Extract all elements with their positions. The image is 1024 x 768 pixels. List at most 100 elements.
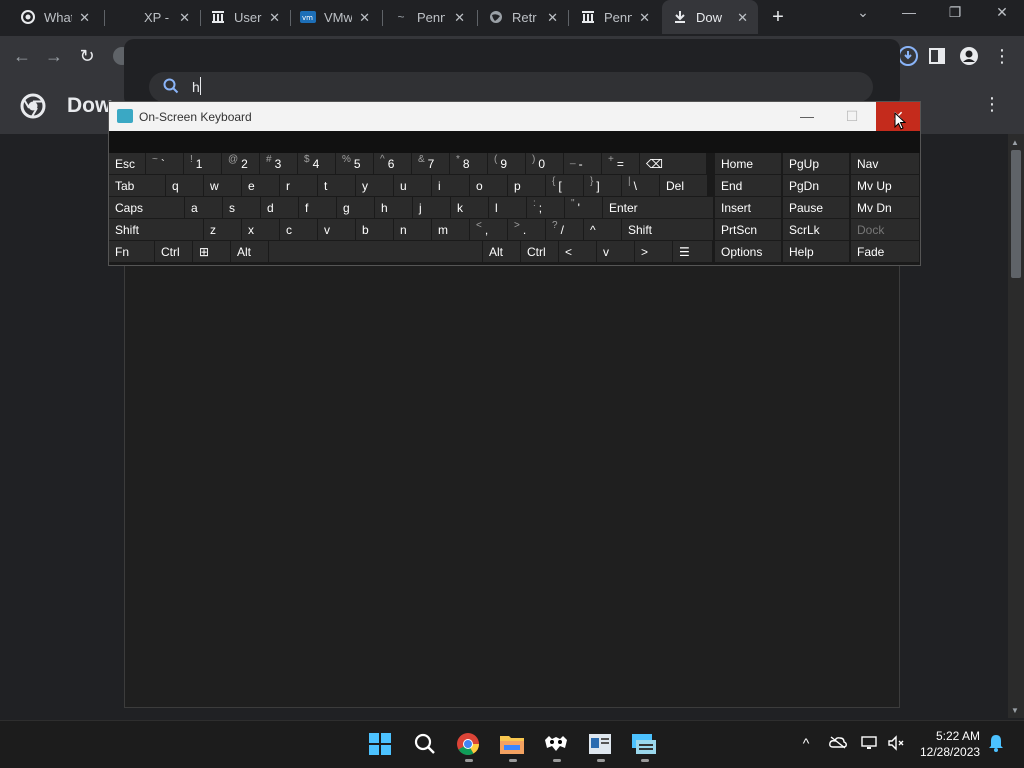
key-alt[interactable]: Alt [231, 241, 268, 262]
tab-2[interactable]: XP - ✕ [110, 0, 200, 34]
close-icon[interactable]: ✕ [639, 10, 650, 26]
key-symbol[interactable]: < [559, 241, 596, 262]
key-home[interactable]: Home [715, 153, 781, 174]
osk-titlebar[interactable]: On-Screen Keyboard — ☐ ✕ [109, 102, 920, 131]
key-5[interactable]: % 5 [336, 153, 373, 174]
key-options[interactable]: Options [715, 241, 781, 262]
reload-button[interactable]: ↻ [75, 44, 99, 68]
key-symbol[interactable]: ⊞ [193, 241, 230, 262]
file-explorer-icon[interactable] [496, 728, 528, 760]
forward-button[interactable]: → [42, 44, 66, 68]
maximize-button[interactable]: ❐ [943, 4, 967, 21]
scroll-up-icon[interactable]: ▲ [1011, 138, 1019, 147]
tab-4[interactable]: vm VMw ✕ [290, 0, 380, 34]
more-options-icon[interactable]: ⋮ [983, 94, 1001, 115]
menu-icon[interactable]: ⋮ [990, 44, 1014, 68]
close-icon[interactable]: ✕ [269, 10, 280, 26]
key-symbol[interactable]: + = [602, 153, 639, 174]
tab-3[interactable]: User ✕ [200, 0, 290, 34]
key-d[interactable]: d [261, 197, 298, 218]
tab-1[interactable]: What ✕ [10, 0, 100, 34]
key-k[interactable]: k [451, 197, 488, 218]
close-icon[interactable]: ✕ [179, 10, 190, 26]
key-symbol[interactable]: ^ [584, 219, 621, 240]
key-o[interactable]: o [470, 175, 507, 196]
tab-7[interactable]: Penn ✕ [570, 0, 660, 34]
key-f[interactable]: f [299, 197, 336, 218]
scroll-down-icon[interactable]: ▼ [1011, 706, 1019, 715]
close-icon[interactable]: ✕ [454, 10, 465, 26]
app-icon[interactable] [584, 728, 616, 760]
key-fade[interactable]: Fade [851, 241, 919, 262]
notification-bell-icon[interactable] [986, 734, 1006, 755]
key-ctrl[interactable]: Ctrl [521, 241, 558, 262]
onedrive-icon[interactable] [828, 735, 848, 752]
key-r[interactable]: r [280, 175, 317, 196]
scrollbar-thumb[interactable] [1011, 150, 1021, 278]
tab-5[interactable]: ~ Penn ✕ [383, 0, 475, 34]
key-help[interactable]: Help [783, 241, 849, 262]
osk-maximize-button[interactable]: ☐ [842, 108, 862, 125]
key-caps[interactable]: Caps [109, 197, 184, 218]
key-dock[interactable]: Dock [851, 219, 919, 240]
key-pgup[interactable]: PgUp [783, 153, 849, 174]
volume-muted-icon[interactable] [886, 735, 906, 754]
key-0[interactable]: ) 0 [526, 153, 563, 174]
key-v[interactable]: v [318, 219, 355, 240]
key-4[interactable]: $4 [298, 153, 335, 174]
close-icon[interactable]: ✕ [79, 10, 90, 26]
clock-time[interactable]: 5:22 AM [936, 729, 980, 743]
key-t[interactable]: t [318, 175, 355, 196]
key-space[interactable] [269, 241, 482, 262]
key-9[interactable]: (9 [488, 153, 525, 174]
key-symbol[interactable]: >. [508, 219, 545, 240]
key-symbol[interactable]: _ - [564, 153, 601, 174]
key-j[interactable]: j [413, 197, 450, 218]
close-icon[interactable]: ✕ [547, 10, 558, 26]
key-tab[interactable]: Tab [109, 175, 165, 196]
key-3[interactable]: #3 [260, 153, 297, 174]
start-button[interactable] [364, 728, 396, 760]
key-l[interactable]: l [489, 197, 526, 218]
key-symbol[interactable]: ⌫ [640, 153, 706, 174]
key-prtscn[interactable]: PrtScn [715, 219, 781, 240]
clock-date[interactable]: 12/28/2023 [920, 745, 980, 759]
key-symbol[interactable]: ☰ [673, 241, 712, 262]
key-8[interactable]: * 8 [450, 153, 487, 174]
key-shift[interactable]: Shift [622, 219, 713, 240]
close-window-button[interactable]: ✕ [990, 4, 1014, 21]
key-symbol[interactable]: | \ [622, 175, 659, 196]
key-i[interactable]: i [432, 175, 469, 196]
search-input[interactable] [149, 72, 873, 102]
key-end[interactable]: End [715, 175, 781, 196]
key-insert[interactable]: Insert [715, 197, 781, 218]
tab-6[interactable]: Retr ✕ [478, 0, 568, 34]
key-symbol[interactable]: :; [527, 197, 564, 218]
key-n[interactable]: n [394, 219, 431, 240]
game-icon[interactable] [540, 728, 572, 760]
key-enter[interactable]: Enter [603, 197, 713, 218]
profile-avatar[interactable] [957, 44, 981, 68]
key-ctrl[interactable]: Ctrl [155, 241, 192, 262]
key-b[interactable]: b [356, 219, 393, 240]
key-2[interactable]: @2 [222, 153, 259, 174]
side-panel-icon[interactable] [925, 44, 949, 68]
key-h[interactable]: h [375, 197, 412, 218]
key-g[interactable]: g [337, 197, 374, 218]
key-symbol[interactable]: ? / [546, 219, 583, 240]
key-s[interactable]: s [223, 197, 260, 218]
key-symbol[interactable]: ~ ` [146, 153, 183, 174]
key-symbol[interactable]: " ' [565, 197, 602, 218]
key-pause[interactable]: Pause [783, 197, 849, 218]
key-w[interactable]: w [204, 175, 241, 196]
new-tab-button[interactable]: + [768, 6, 788, 29]
key-x[interactable]: x [242, 219, 279, 240]
tab-search-button[interactable]: ⌄ [851, 4, 875, 21]
key-scrlk[interactable]: ScrLk [783, 219, 849, 240]
key-esc[interactable]: Esc [109, 153, 145, 174]
key-z[interactable]: z [204, 219, 241, 240]
key-fn[interactable]: Fn [109, 241, 154, 262]
key-pgdn[interactable]: PgDn [783, 175, 849, 196]
key-y[interactable]: y [356, 175, 393, 196]
key-1[interactable]: ! 1 [184, 153, 221, 174]
